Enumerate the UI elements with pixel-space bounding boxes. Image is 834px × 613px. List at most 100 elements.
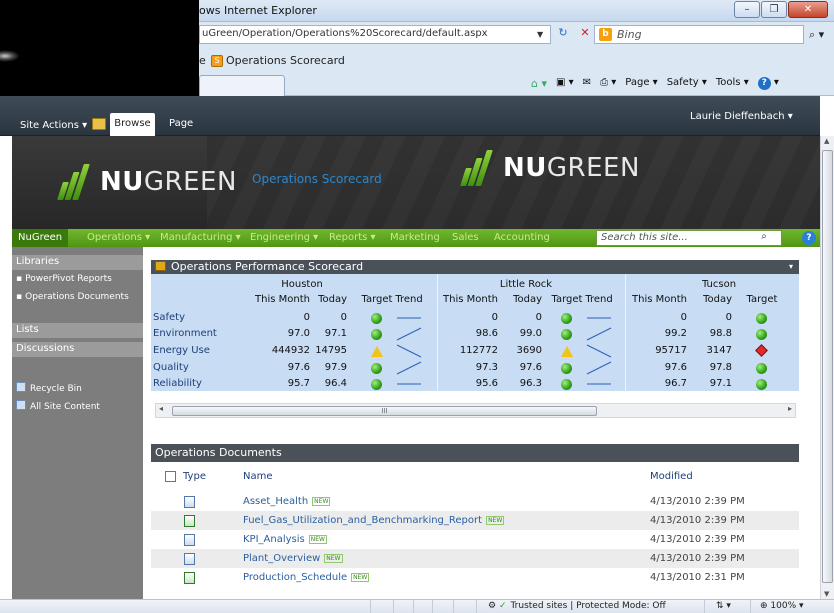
tools-menu[interactable]: Tools ▾ [716, 77, 749, 90]
security-icon: ⚙ [488, 601, 499, 611]
site-title[interactable]: Operations Scorecard [252, 172, 382, 186]
document-name-link[interactable]: Plant_Overview NEW [243, 553, 343, 564]
kpi-this-month: 97.3 [475, 362, 498, 373]
kpi-label: Quality [153, 362, 189, 373]
ql-item-operations-documents[interactable]: ▪ Operations Documents [16, 292, 129, 302]
document-name-link[interactable]: Asset_Health NEW [243, 496, 331, 507]
ql-recycle-bin[interactable]: Recycle Bin [16, 382, 82, 394]
nav-accounting[interactable]: Accounting [494, 232, 550, 243]
kpi-this-month: 112772 [459, 345, 498, 356]
scroll-up-icon[interactable]: ▲ [824, 137, 829, 145]
kpi-today: 98.8 [709, 328, 732, 339]
ql-lists-heading[interactable]: Lists [12, 323, 143, 338]
home-icon[interactable]: ⌂ ▾ [531, 77, 547, 90]
excel-file-icon[interactable] [184, 572, 195, 584]
kpi-today: 96.3 [519, 378, 542, 389]
ql-libraries-heading[interactable]: Libraries [12, 255, 143, 270]
scroll-right-icon[interactable]: ▸ [788, 404, 792, 413]
nav-marketing[interactable]: Marketing [390, 232, 440, 243]
horizontal-scrollbar[interactable]: ◂ III ▸ [155, 403, 796, 418]
nav-sales[interactable]: Sales [452, 232, 479, 243]
column-type[interactable]: Type [183, 471, 206, 482]
document-row[interactable]: Asset_Health NEW 4/13/2010 2:39 PM [151, 492, 799, 511]
desktop-glow [0, 50, 20, 62]
help-menu[interactable]: ? ▾ [757, 77, 779, 90]
scroll-left-icon[interactable]: ◂ [159, 404, 163, 413]
column-name[interactable]: Name [243, 471, 273, 482]
close-button[interactable]: ✕ [788, 1, 828, 18]
favorite-operations-scorecard[interactable]: S Operations Scorecard [211, 54, 345, 67]
page-menu[interactable]: Page ▾ [625, 77, 657, 90]
nav-reports[interactable]: Reports ▾ [329, 232, 376, 243]
document-file-icon[interactable] [184, 496, 195, 508]
ql-item-powerpivot-reports[interactable]: ▪ PowerPivot Reports [16, 274, 112, 284]
green-indicator-icon [756, 363, 767, 374]
site-search-input[interactable]: Search this site... [596, 230, 782, 246]
document-name-link[interactable]: Production_Schedule NEW [243, 572, 370, 583]
document-file-icon[interactable] [184, 553, 195, 565]
tab-page[interactable]: Page [169, 118, 193, 129]
document-modified: 4/13/2010 2:39 PM [650, 496, 745, 507]
document-modified: 4/13/2010 2:39 PM [650, 553, 745, 564]
compatibility-icon[interactable]: ⇅ ▾ [716, 601, 731, 611]
user-menu[interactable]: Laurie Dieffenbach ▾ [690, 111, 793, 122]
green-indicator-icon [561, 313, 572, 324]
document-row[interactable]: Production_Schedule NEW 4/13/2010 2:31 PM [151, 568, 799, 587]
tab-browse[interactable]: Browse [110, 113, 155, 136]
column-this-month: This Month [632, 294, 687, 305]
trend-flat-icon [587, 317, 611, 319]
vertical-scroll-thumb[interactable] [822, 150, 833, 583]
logo-mark-icon [459, 150, 497, 186]
nav-engineering[interactable]: Engineering ▾ [250, 232, 318, 243]
vertical-scrollbar[interactable]: ▲ ▼ [820, 136, 834, 599]
maximize-button[interactable]: ❐ [761, 1, 787, 18]
nav-manufacturing[interactable]: Manufacturing ▾ [160, 232, 241, 243]
stop-icon[interactable]: ✕ [577, 26, 593, 39]
document-row[interactable]: Plant_Overview NEW 4/13/2010 2:39 PM [151, 549, 799, 568]
status-bar: ⚙ ✓ Trusted sites | Protected Mode: Off ⇅… [0, 599, 834, 613]
scroll-down-icon[interactable]: ▼ [824, 590, 829, 598]
address-bar[interactable]: uGreen/Operation/Operations%20Scorecard/… [199, 25, 551, 44]
search-icon[interactable]: ⌕ ▾ [809, 28, 824, 42]
sharepoint-favicon-icon: S [211, 54, 223, 67]
browser-tab[interactable] [199, 75, 285, 96]
document-modified: 4/13/2010 2:39 PM [650, 515, 745, 526]
horizontal-scroll-thumb[interactable]: III [172, 406, 597, 416]
print-icon[interactable]: ⎙ ▾ [600, 77, 616, 90]
excel-file-icon[interactable] [184, 515, 195, 527]
browser-search-input[interactable]: b Bing [594, 25, 804, 44]
mail-icon[interactable]: ✉ [583, 77, 591, 90]
column-trend: Trend [585, 294, 613, 305]
top-navigation: NuGreen Operations ▾ Manufacturing ▾ Eng… [12, 229, 820, 247]
navigate-up-icon[interactable] [92, 118, 106, 130]
webpart-menu-icon[interactable]: ▾ [789, 260, 793, 274]
site-actions-menu[interactable]: Site Actions ▾ [20, 120, 87, 131]
kpi-this-month: 96.7 [664, 378, 687, 389]
document-file-icon[interactable] [184, 534, 195, 546]
document-name-link[interactable]: Fuel_Gas_Utilization_and_Benchmarking_Re… [243, 515, 505, 526]
address-dropdown-icon[interactable]: ▼ [537, 30, 543, 39]
new-badge: NEW [351, 573, 370, 582]
safety-menu[interactable]: Safety ▾ [667, 77, 707, 90]
minimize-button[interactable]: – [734, 1, 760, 18]
feeds-icon[interactable]: ▣ ▾ [556, 77, 574, 90]
trend-up-icon [586, 327, 612, 341]
nugreen-logo[interactable]: NUGREEN [56, 164, 237, 200]
security-zone[interactable]: ⚙ ✓ Trusted sites | Protected Mode: Off [488, 601, 666, 611]
search-icon[interactable]: ⌕ [756, 231, 772, 245]
ql-all-site-content[interactable]: All Site Content [16, 400, 100, 412]
kpi-today: 97.6 [519, 362, 542, 373]
zoom-level[interactable]: ⊕ 100% ▾ [760, 601, 804, 611]
select-all-checkbox[interactable] [165, 471, 176, 482]
ql-discussions-heading[interactable]: Discussions [12, 342, 143, 357]
nav-operations[interactable]: Operations ▾ [87, 232, 150, 243]
refresh-icon[interactable]: ↻ [555, 26, 571, 39]
help-icon[interactable]: ? [802, 231, 816, 245]
kpi-this-month: 95.7 [287, 378, 310, 389]
document-name-link[interactable]: KPI_Analysis NEW [243, 534, 327, 545]
document-row[interactable]: KPI_Analysis NEW 4/13/2010 2:39 PM [151, 530, 799, 549]
document-row[interactable]: Fuel_Gas_Utilization_and_Benchmarking_Re… [151, 511, 799, 530]
nav-home[interactable]: NuGreen [12, 229, 69, 247]
column-modified[interactable]: Modified [650, 471, 693, 482]
column-target: Target [746, 294, 778, 305]
